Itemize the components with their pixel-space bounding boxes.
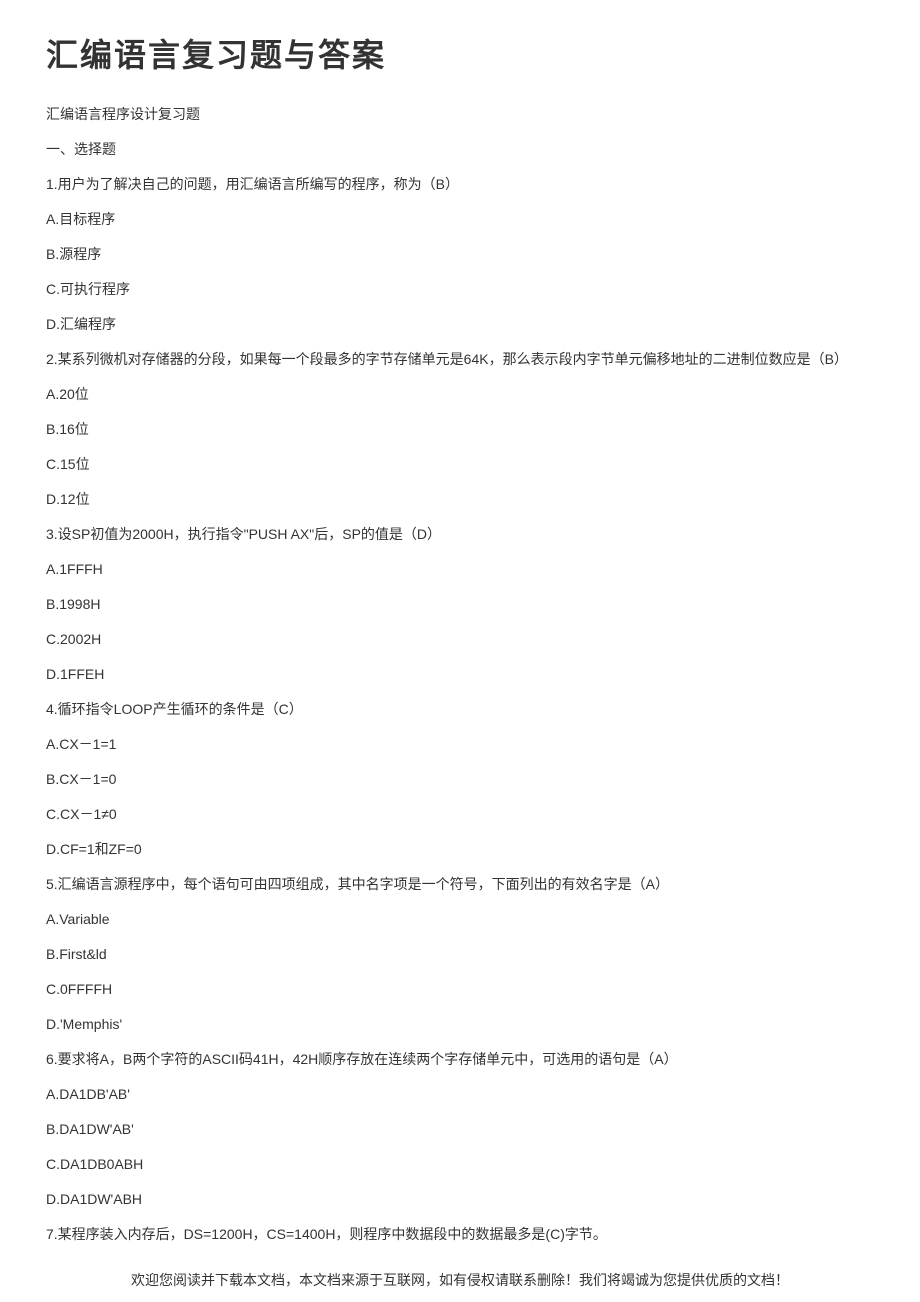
body-line: D.12位 bbox=[46, 489, 874, 510]
body-line: D.DA1DW'ABH bbox=[46, 1189, 874, 1210]
body-line: D.CF=1和ZF=0 bbox=[46, 839, 874, 860]
body-line: 3.设SP初值为2000H，执行指令"PUSH AX"后，SP的值是（D） bbox=[46, 524, 874, 545]
body-line: A.20位 bbox=[46, 384, 874, 405]
body-line: 7.某程序装入内存后，DS=1200H，CS=1400H，则程序中数据段中的数据… bbox=[46, 1224, 874, 1245]
body-line: A.目标程序 bbox=[46, 209, 874, 230]
body-line: C.15位 bbox=[46, 454, 874, 475]
body-line: B.16位 bbox=[46, 419, 874, 440]
document-body: 汇编语言程序设计复习题一、选择题 1.用户为了解决自己的问题，用汇编语言所编写的程… bbox=[46, 104, 874, 1245]
body-line: 4.循环指令LOOP产生循环的条件是（C） bbox=[46, 699, 874, 720]
body-line: B.CX－1=0 bbox=[46, 769, 874, 790]
body-line: A.CX－1=1 bbox=[46, 734, 874, 755]
body-line: C.DA1DB0ABH bbox=[46, 1154, 874, 1175]
body-line: C.CX－1≠0 bbox=[46, 804, 874, 825]
body-line: A.DA1DB'AB' bbox=[46, 1084, 874, 1105]
body-line: C.0FFFFH bbox=[46, 979, 874, 1000]
body-line: B.源程序 bbox=[46, 244, 874, 265]
body-line: B.1998H bbox=[46, 594, 874, 615]
body-line: 2.某系列微机对存储器的分段，如果每一个段最多的字节存储单元是64K，那么表示段… bbox=[46, 349, 874, 370]
body-line: 1.用户为了解决自己的问题，用汇编语言所编写的程序，称为（B） bbox=[46, 174, 874, 195]
body-line: A.1FFFH bbox=[46, 559, 874, 580]
body-line: D.'Memphis' bbox=[46, 1014, 874, 1035]
footer-text: 欢迎您阅读并下载本文档，本文档来源于互联网，如有侵权请联系删除！我们将竭诚为您提… bbox=[0, 1270, 920, 1290]
body-line: C.2002H bbox=[46, 629, 874, 650]
body-line: 一、选择题 bbox=[46, 139, 874, 160]
body-line: 6.要求将A，B两个字符的ASCII码41H，42H顺序存放在连续两个字存储单元… bbox=[46, 1049, 874, 1070]
body-line: D.汇编程序 bbox=[46, 314, 874, 335]
body-line: D.1FFEH bbox=[46, 664, 874, 685]
page-title: 汇编语言复习题与答案 bbox=[46, 30, 874, 76]
body-line: C.可执行程序 bbox=[46, 279, 874, 300]
body-line: A.Variable bbox=[46, 909, 874, 930]
body-line: 汇编语言程序设计复习题 bbox=[46, 104, 874, 125]
body-line: B.First&ld bbox=[46, 944, 874, 965]
body-line: 5.汇编语言源程序中，每个语句可由四项组成，其中名字项是一个符号，下面列出的有效… bbox=[46, 874, 874, 895]
body-line: B.DA1DW'AB' bbox=[46, 1119, 874, 1140]
